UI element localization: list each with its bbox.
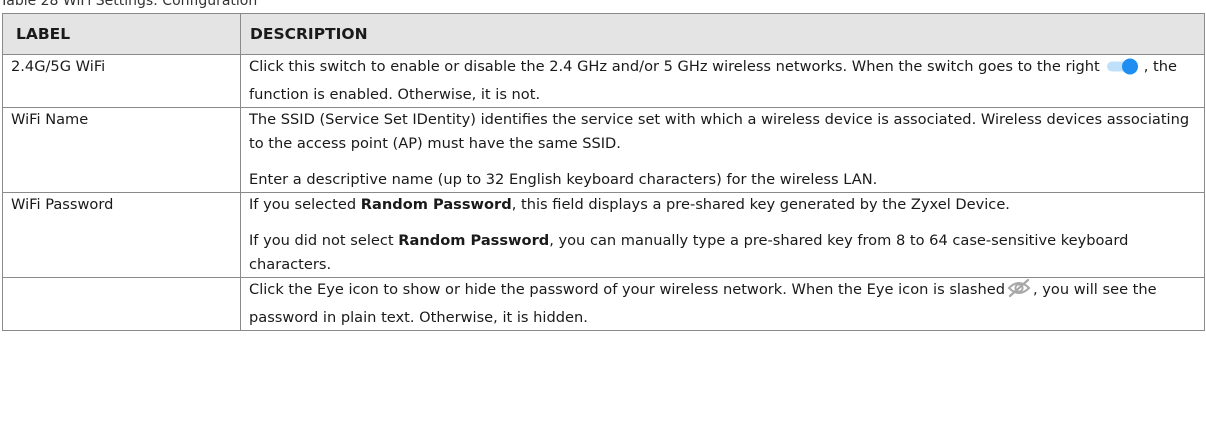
eye-slashed-icon xyxy=(1007,278,1031,306)
text-segment: , this field displays a pre-shared key g… xyxy=(511,196,1010,213)
description-paragraph: The SSID (Service Set IDentity) identifi… xyxy=(249,111,1190,152)
row-label xyxy=(2,277,241,331)
description-paragraph: Enter a descriptive name (up to 32 Engli… xyxy=(249,171,878,188)
table-row: WiFi Name The SSID (Service Set IDentity… xyxy=(2,107,1205,193)
row-description: Click this switch to enable or disable t… xyxy=(240,54,1205,108)
text-segment: Click this switch to enable or disable t… xyxy=(249,58,1100,75)
description-paragraph: If you selected Random Password, this fi… xyxy=(249,193,1196,217)
text-segment: Click the Eye icon to show or hide the p… xyxy=(249,281,1006,298)
table-row: 2.4G/5G WiFi Click this switch to enable… xyxy=(2,54,1205,108)
header-label: LABEL xyxy=(2,13,241,55)
table-caption: Table 28 WiFi Settings: Configuration xyxy=(0,0,258,9)
table-row: WiFi Password If you selected Random Pas… xyxy=(2,192,1205,278)
text-segment: If you selected xyxy=(249,196,357,213)
row-label: WiFi Name xyxy=(2,107,241,193)
description-paragraph: Click this switch to enable or disable t… xyxy=(249,55,1196,107)
row-description: If you selected Random Password, this fi… xyxy=(240,192,1205,278)
header-description: DESCRIPTION xyxy=(240,13,1205,55)
row-label: WiFi Password xyxy=(2,192,241,278)
wifi-settings-table: LABEL DESCRIPTION 2.4G/5G WiFi Click thi… xyxy=(2,13,1205,331)
description-paragraph: If you did not select Random Password, y… xyxy=(249,229,1196,277)
row-description: Click the Eye icon to show or hide the p… xyxy=(240,277,1205,331)
row-label: 2.4G/5G WiFi xyxy=(2,54,241,108)
table-header-row: LABEL DESCRIPTION xyxy=(2,13,1205,55)
bold-term: Random Password xyxy=(398,232,550,249)
bold-term: Random Password xyxy=(360,196,512,213)
text-segment: If you did not select xyxy=(249,232,394,249)
description-paragraph: Click the Eye icon to show or hide the p… xyxy=(249,278,1196,330)
table-row: Click the Eye icon to show or hide the p… xyxy=(2,277,1205,331)
row-description: The SSID (Service Set IDentity) identifi… xyxy=(240,107,1205,193)
toggle-switch-icon xyxy=(1102,57,1142,83)
